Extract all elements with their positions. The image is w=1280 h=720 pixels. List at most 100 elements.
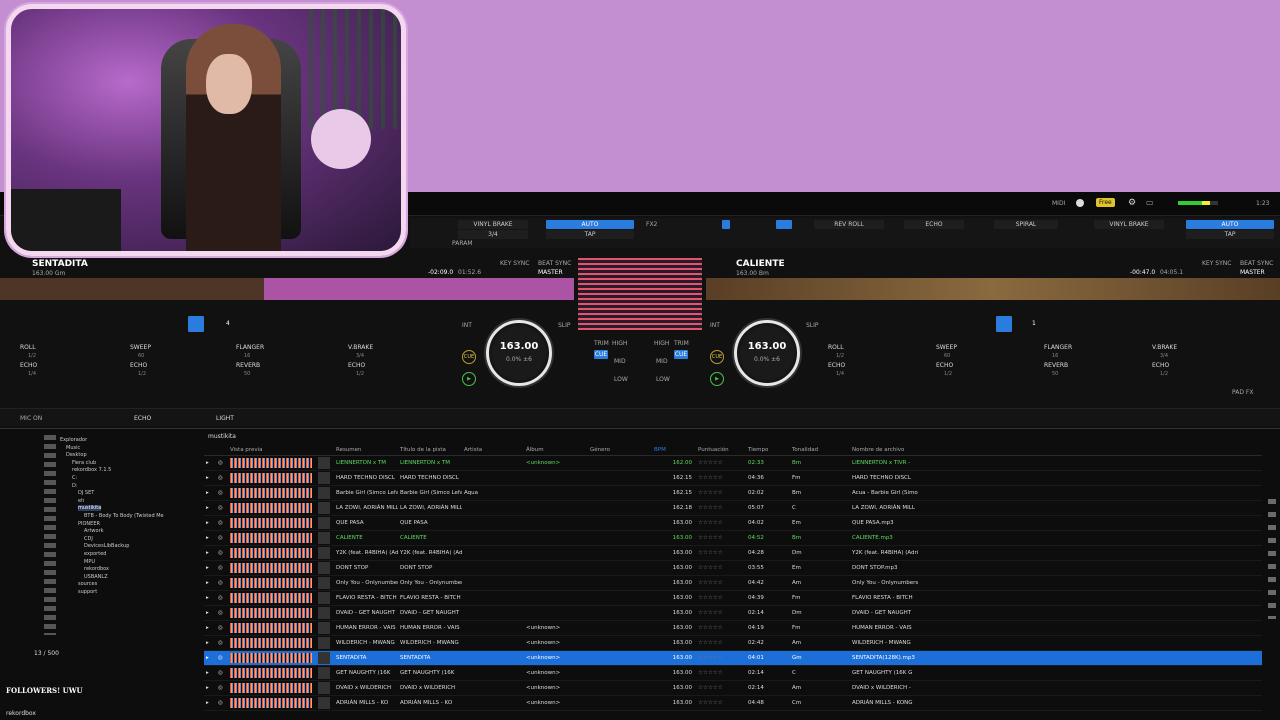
row-rating[interactable]: ☆☆☆☆☆ [696, 605, 746, 621]
deck2-play-button[interactable]: ▶ [710, 372, 724, 386]
row-rating[interactable]: ☆☆☆☆☆ [696, 590, 746, 606]
tree-item[interactable]: DevicesLibBackup [84, 543, 129, 549]
deck2-jog[interactable]: 163.00 0.0% ±6 [734, 320, 800, 386]
deck1-fx-echo3[interactable]: ECHO [348, 362, 365, 369]
col-genre[interactable]: Género [588, 445, 652, 456]
row-cue-icon[interactable]: ◎ [216, 485, 228, 501]
mixer-high-left[interactable]: HIGH [612, 340, 627, 347]
waveform-preview[interactable] [230, 502, 312, 513]
tree-item[interactable]: PIONEER [78, 521, 100, 527]
row-rating[interactable]: ☆☆☆☆☆ [696, 545, 746, 561]
deck1-beat-sync[interactable]: BEAT SYNC [538, 260, 571, 267]
table-row[interactable]: ▸ ◎ LA ZOWI, ADRIÁN MILL LA ZOWI, ADRIÁN MI… [204, 500, 1262, 516]
tree-item[interactable]: exported [84, 551, 106, 557]
col-file[interactable]: Nombre de archivo [850, 445, 1262, 456]
tree-item[interactable]: eh [78, 498, 84, 504]
waveform-preview[interactable] [230, 697, 312, 708]
center-waveform[interactable] [578, 258, 702, 330]
row-preview[interactable] [228, 500, 316, 516]
fx-tap-right[interactable]: TAP [1186, 230, 1274, 239]
waveform-preview[interactable] [230, 472, 312, 483]
gear-icon[interactable]: ⚙ [1128, 198, 1136, 208]
rating-stars-icon[interactable]: ☆☆☆☆☆ [698, 595, 723, 601]
table-row[interactable]: ▸ ◎ WILDERICH - MWANG WILDERICH - MWANG <unk… [204, 635, 1262, 651]
row-preview[interactable] [228, 470, 316, 486]
row-preview[interactable] [228, 560, 316, 576]
table-row[interactable]: ▸ ◎ DONT STOP DONT STOP 163.00 ☆☆☆☆☆ 03:55 Em DO… [204, 560, 1262, 576]
mixer-low-right[interactable]: LOW [656, 376, 670, 383]
info-icon[interactable] [1076, 199, 1084, 207]
tree-item[interactable]: Fiera club [72, 460, 96, 466]
row-preview[interactable] [228, 575, 316, 591]
row-cue-icon[interactable]: ◎ [216, 545, 228, 561]
deck1-loop-button[interactable] [188, 316, 204, 332]
deck2-fx-vbrake[interactable]: V.BRAKE [1152, 344, 1177, 351]
waveform-preview[interactable] [230, 532, 312, 543]
row-rating[interactable]: ☆☆☆☆☆ [696, 500, 746, 516]
row-cue-icon[interactable]: ◎ [216, 515, 228, 531]
deck2-waveform[interactable] [706, 278, 1280, 300]
fx-tap-left[interactable]: TAP [546, 230, 634, 239]
rating-stars-icon[interactable]: ☆☆☆☆☆ [698, 580, 723, 586]
row-rating[interactable]: ☆☆☆☆☆ [696, 530, 746, 546]
row-rating[interactable]: ☆☆☆☆☆ [696, 650, 746, 666]
row-cue-icon[interactable]: ◎ [216, 575, 228, 591]
table-row[interactable]: ▸ ◎ FLAVIO RESTA - BITCH FLAVIO RESTA - BIT… [204, 590, 1262, 606]
mixer-high-right[interactable]: HIGH [654, 340, 669, 347]
row-cue-icon[interactable]: ◎ [216, 665, 228, 681]
rating-stars-icon[interactable]: ☆☆☆☆☆ [698, 685, 723, 691]
table-row[interactable]: ▸ ◎ Barbie Girl (Simco Lefa Barbie Girl (Si… [204, 485, 1262, 501]
tree-item[interactable]: USBANLZ [84, 574, 108, 580]
col-artist[interactable]: Artista [462, 445, 524, 456]
tree-item[interactable]: BTB - Body To Body (Twisted Me [84, 513, 164, 519]
tree-item[interactable]: Desktop [66, 452, 87, 458]
waveform-preview[interactable] [230, 622, 312, 633]
table-row[interactable]: ▸ ◎ Y2K (feat. R4BIHA) (Adi Y2K (feat. R4BI… [204, 545, 1262, 561]
table-row[interactable]: ▸ ◎ QUE PASA QUE PASA 163.00 ☆☆☆☆☆ 04:02 Em QUE … [204, 515, 1262, 531]
col-album[interactable]: Álbum [524, 445, 588, 456]
waveform-preview[interactable] [230, 547, 312, 558]
deck2-int[interactable]: INT [710, 322, 720, 329]
rating-stars-icon[interactable]: ☆☆☆☆☆ [698, 700, 723, 706]
rating-stars-icon[interactable]: ☆☆☆☆☆ [698, 565, 723, 571]
window-icon[interactable]: ▭ [1146, 198, 1154, 207]
col-bpm[interactable]: BPM [652, 445, 696, 456]
light-button[interactable]: LIGHT [216, 415, 234, 422]
waveform-preview[interactable] [230, 592, 312, 603]
table-row[interactable]: ▸ ◎ Only You - Onlynumbers Only You - Onlyn… [204, 575, 1262, 591]
row-preview[interactable] [228, 590, 316, 606]
deck2-fx-echo3[interactable]: ECHO [1152, 362, 1169, 369]
row-cue-icon[interactable]: ◎ [216, 650, 228, 666]
table-row[interactable]: ▸ ◎ CALIENTE CALIENTE 163.00 ☆☆☆☆☆ 04:52 Bm CALI… [204, 530, 1262, 546]
mixer-cue-left[interactable]: CUE [594, 350, 608, 359]
mixer-mid-left[interactable]: MID [614, 358, 626, 365]
fx-vinyl-brake-right[interactable]: VINYL BRAKE [1094, 220, 1164, 229]
row-cue-icon[interactable]: ◎ [216, 605, 228, 621]
mixer-cue-right[interactable]: CUE [674, 350, 688, 359]
fx-auto-right[interactable]: AUTO [1186, 220, 1274, 229]
deck1-key-sync[interactable]: KEY SYNC [500, 260, 529, 267]
row-cue-icon[interactable]: ◎ [216, 680, 228, 696]
waveform-preview[interactable] [230, 457, 312, 468]
row-cue-icon[interactable]: ◎ [216, 560, 228, 576]
rating-stars-icon[interactable]: ☆☆☆☆☆ [698, 655, 723, 661]
tree-item[interactable]: sources [78, 581, 97, 587]
deck2-fx-flanger[interactable]: FLANGER [1044, 344, 1072, 351]
mixer-low-left[interactable]: LOW [614, 376, 628, 383]
waveform-preview[interactable] [230, 652, 312, 663]
deck1-fx-sweep[interactable]: SWEEP [130, 344, 151, 351]
tree-item[interactable]: rekordbox 7.1.5 [72, 467, 111, 473]
rating-stars-icon[interactable]: ☆☆☆☆☆ [698, 505, 723, 511]
tree-item[interactable]: MPU [84, 559, 95, 565]
tree-item[interactable]: C: [72, 475, 77, 481]
rating-stars-icon[interactable]: ☆☆☆☆☆ [698, 535, 723, 541]
waveform-preview[interactable] [230, 607, 312, 618]
row-rating[interactable]: ☆☆☆☆☆ [696, 695, 746, 711]
row-rating[interactable]: ☆☆☆☆☆ [696, 560, 746, 576]
row-preview[interactable] [228, 680, 316, 696]
row-cue-icon[interactable]: ◎ [216, 455, 228, 471]
deck1-jog[interactable]: 163.00 0.0% ±6 [486, 320, 552, 386]
tree-item[interactable]: rekordbox [84, 566, 109, 572]
col-preview[interactable]: Vista previa [228, 445, 316, 456]
tree-item[interactable]: CDJ [84, 536, 93, 542]
